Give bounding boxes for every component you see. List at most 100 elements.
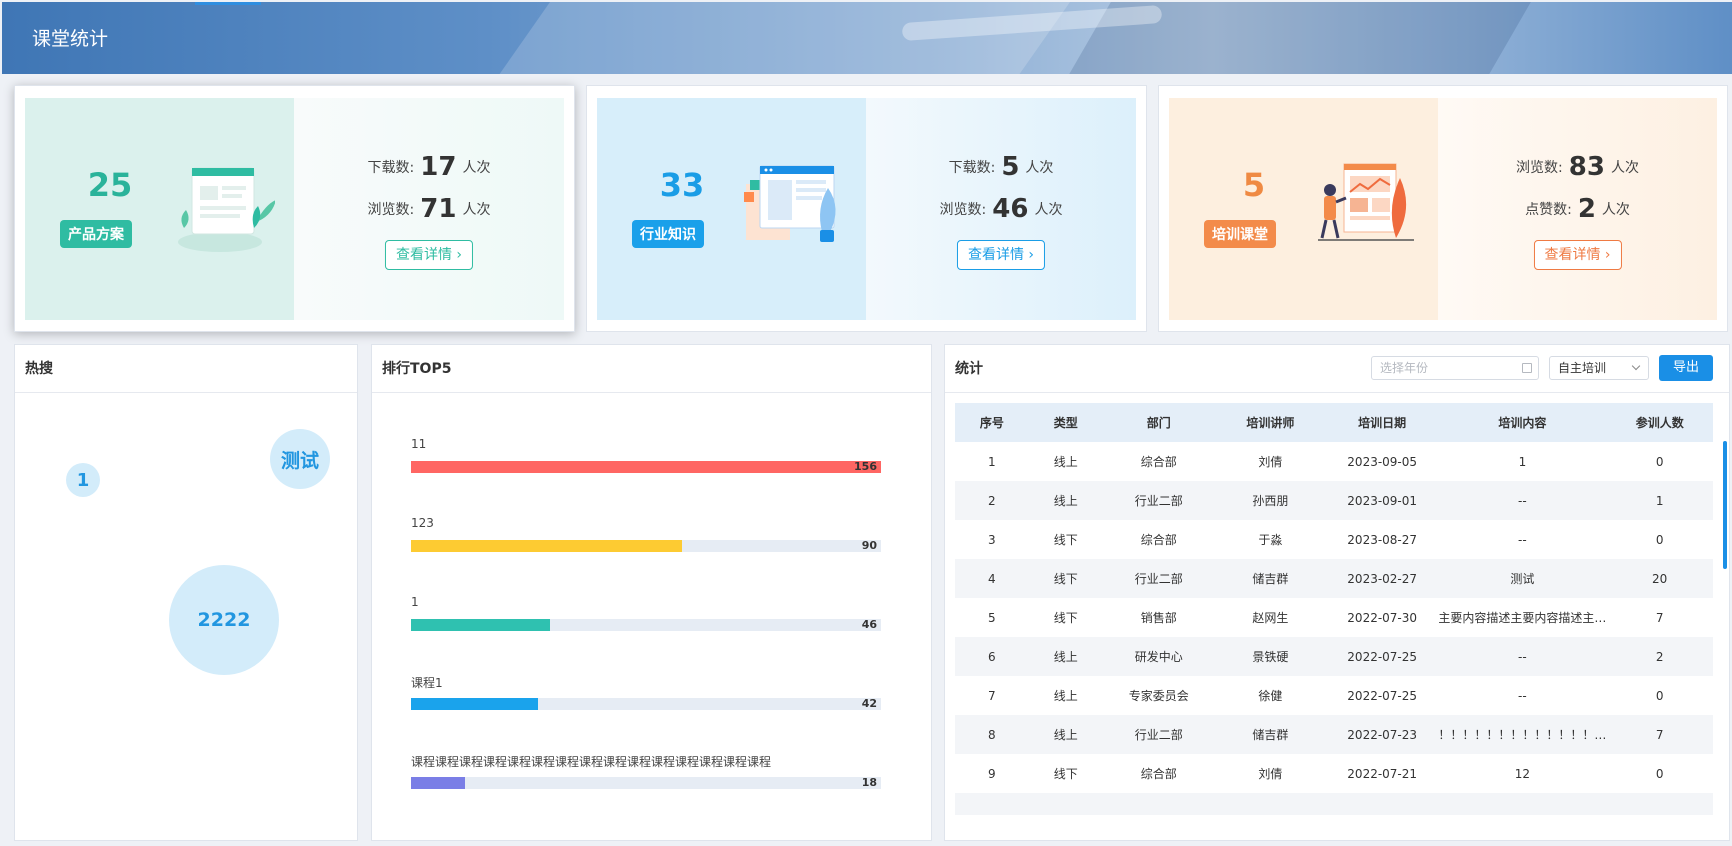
table-cell [1028, 793, 1103, 815]
chevron-right-icon: › [456, 247, 463, 263]
document-plant-icon [178, 167, 275, 252]
table-cell: 2022-07-21 [1347, 766, 1418, 781]
table-header-cell: 部门 [1102, 403, 1215, 442]
table-cell [1325, 793, 1439, 815]
table-row[interactable]: 2 线上 行业二部 孙西朋 2023-09-01 -- 1 [955, 481, 1713, 520]
statistics-panel: 统计 选择年份 自主培训 导出 序号 类型 部门 培训讲师 培训日期 培训内容 参训人数 1… [944, 344, 1730, 841]
rank-bar-track: 90 [411, 539, 881, 552]
table-cell: 2 [955, 481, 1029, 520]
table-cell: 刘倩 [1258, 767, 1283, 781]
table-row[interactable]: 1 线上 综合部 刘倩 2023-09-05 1 0 [955, 442, 1713, 481]
table-cell: 综合部 [1140, 533, 1177, 547]
table-scroll-area[interactable]: 序号 类型 部门 培训讲师 培训日期 培训内容 参训人数 1 线上 综合部 刘倩 2023-09-0… [945, 345, 1731, 815]
table-cell: 1 [1606, 481, 1713, 520]
table-cell: 行业二部 [1102, 559, 1215, 598]
table-row[interactable]: 6 线上 研发中心 景铁硬 2022-07-25 -- 2 [955, 637, 1713, 676]
rank-item: 123 90 [411, 516, 881, 552]
table-cell: 1 [1518, 454, 1527, 469]
table-cell: -- [1518, 688, 1527, 703]
table-cell: -- [1518, 532, 1527, 547]
table-cell: 7 [988, 688, 996, 703]
table-cell: 0 [1655, 532, 1664, 547]
table-cell [1606, 793, 1713, 815]
table-cell: 景铁硬 [1214, 637, 1326, 676]
table-cell: 6 [955, 637, 1029, 676]
rank-bar-track: 18 [411, 776, 881, 789]
header-banner: 课堂统计 [2, 2, 1732, 74]
table-cell: 5 [988, 610, 996, 625]
card-stat-row: 下载数: 17 人次 [367, 152, 491, 182]
rank-bar-value: 18 [861, 776, 877, 789]
window-plant-icon [744, 165, 836, 242]
table-cell: 4 [955, 559, 1029, 598]
rank-item: 1 46 [411, 595, 881, 631]
vertical-scrollbar[interactable] [1723, 441, 1727, 569]
rank-item: 课程课程课程课程课程课程课程课程课程课程课程课程课程课程课程 18 [411, 753, 881, 789]
table-row[interactable]: 8 线上 行业二部 储吉群 2022-07-23！！！！！！！！！！！！！… 7 [955, 715, 1713, 754]
rank-bar-value: 90 [861, 539, 877, 552]
rank-bar-value: 156 [854, 460, 877, 473]
table-cell: 2023-09-05 [1347, 454, 1418, 469]
table-row[interactable]: 4 线下 行业二部 储吉群 2023-02-27 测试 20 [955, 559, 1713, 598]
rank-bar [411, 461, 881, 473]
rank-item-label: 课程课程课程课程课程课程课程课程课程课程课程课程课程课程课程 [411, 755, 772, 769]
table-cell: 2 [1606, 637, 1713, 676]
view-details-button[interactable]: 查看详情 › [1533, 240, 1622, 270]
hot-search-panel: 热搜 1 测试 2222 [14, 344, 358, 841]
table-cell: 线上 [1053, 689, 1078, 703]
rank-bar-track: 42 [411, 697, 881, 710]
table-row[interactable]: 5 线下 销售部 赵网生 2022-07-30 主要内容描述主要内容描述主… 7 [955, 598, 1713, 637]
table-cell: -- [1438, 481, 1607, 520]
active-tab-indicator [195, 2, 261, 5]
table-cell: 研发中心 [1102, 637, 1215, 676]
table-cell: 线上 [1028, 715, 1103, 754]
card-tag: 行业知识 [632, 220, 704, 248]
table-row[interactable]: 9 线下 综合部 刘倩 2022-07-21 12 0 [955, 754, 1713, 793]
table-row[interactable] [955, 793, 1713, 815]
table-cell: 线下 [1053, 611, 1078, 625]
table-cell: 于淼 [1258, 533, 1283, 547]
hot-search-bubble[interactable]: 测试 [270, 429, 330, 489]
rank-bar [411, 619, 550, 631]
table-cell: 主要内容描述主要内容描述主… [1438, 611, 1607, 625]
table-cell: 储吉群 [1214, 559, 1326, 598]
table-cell: 测试 [1438, 559, 1607, 598]
table-row[interactable]: 3 线下 综合部 于淼 2023-08-27 -- 0 [955, 520, 1713, 559]
table-cell: 3 [988, 532, 996, 547]
card-count: 5 [1242, 166, 1266, 204]
hot-search-bubble[interactable]: 2222 [169, 565, 279, 675]
table-cell: 行业二部 [1102, 715, 1215, 754]
table-cell: 徐健 [1258, 689, 1283, 703]
table-cell: 2022-07-25 [1347, 688, 1418, 703]
rank-bar-track: 156 [411, 460, 881, 473]
card-training-class: 5 培训课堂 浏览数: 83 人次 点赞数: 2 人次 查看详情 › [1158, 85, 1728, 332]
table-cell: 7 [1655, 610, 1664, 625]
table-cell: 0 [1655, 688, 1664, 703]
table-cell: 20 [1606, 559, 1713, 598]
table-cell: 12 [1514, 766, 1531, 781]
card-count: 25 [87, 166, 133, 204]
hot-search-bubble[interactable]: 1 [66, 463, 100, 497]
card-count: 33 [659, 166, 705, 204]
page-title: 课堂统计 [32, 28, 109, 50]
table-row[interactable]: 7 线上 专家委员会 徐健 2022-07-25 -- 0 [955, 676, 1713, 715]
table-header-cell: 培训日期 [1325, 403, 1439, 442]
rank-bar [411, 777, 466, 789]
card-stat-row: 浏览数: 71 人次 [367, 194, 491, 224]
table-cell: 2023-08-27 [1347, 532, 1418, 547]
table-cell: 2022-07-30 [1347, 610, 1418, 625]
table-header-cell: 培训讲师 [1214, 403, 1326, 442]
view-details-button[interactable]: 查看详情 › [384, 240, 474, 270]
table-cell: 赵网生 [1252, 611, 1289, 625]
table-cell: 线下 [1028, 559, 1103, 598]
table-cell [955, 793, 1029, 815]
rank-bar-track: 46 [411, 618, 881, 631]
table-header-cell: 序号 [955, 403, 1029, 442]
rank-bar-value: 46 [861, 618, 877, 631]
rank-item-label: 1 [411, 595, 419, 609]
table-cell [1102, 793, 1215, 815]
rank-bar [411, 540, 683, 552]
table-cell: 综合部 [1140, 767, 1177, 781]
rank-bar [411, 698, 538, 710]
view-details-button[interactable]: 查看详情 › [956, 240, 1046, 270]
